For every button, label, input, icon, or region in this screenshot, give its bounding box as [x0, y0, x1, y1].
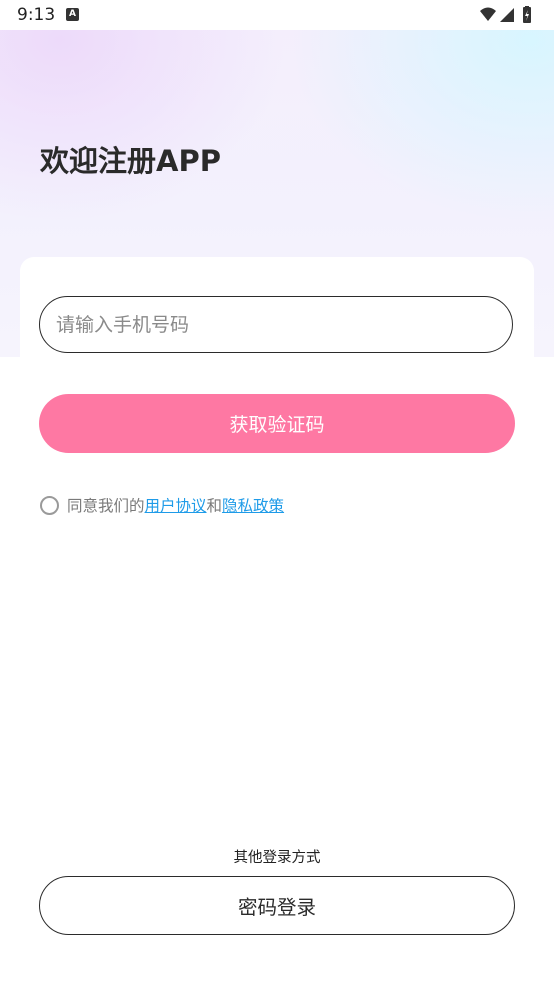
get-verification-code-button[interactable]: 获取验证码 [39, 394, 515, 453]
signal-icon [500, 8, 514, 22]
other-login-label: 其他登录方式 [233, 850, 321, 866]
battery-charging-icon [523, 6, 531, 23]
page-title: 欢迎注册APP [40, 144, 221, 178]
status-time: 9:13 [17, 5, 56, 25]
user-agreement-link[interactable]: 用户协议 [145, 494, 207, 516]
wifi-icon [480, 7, 496, 21]
status-bar: 9:13 A [0, 0, 554, 30]
agreement-row: 同意我们的 用户协议 和 隐私政策 [40, 493, 284, 517]
agreement-conjunction: 和 [206, 497, 223, 515]
phone-number-input[interactable] [54, 312, 512, 337]
agreement-checkbox[interactable] [40, 495, 59, 515]
status-icons [480, 6, 531, 23]
notification-icon: A [66, 8, 79, 21]
agreement-prefix: 同意我们的 [67, 497, 145, 515]
phone-number-field[interactable] [39, 296, 513, 353]
privacy-policy-link[interactable]: 隐私政策 [222, 494, 284, 516]
password-login-button[interactable]: 密码登录 [39, 876, 515, 935]
